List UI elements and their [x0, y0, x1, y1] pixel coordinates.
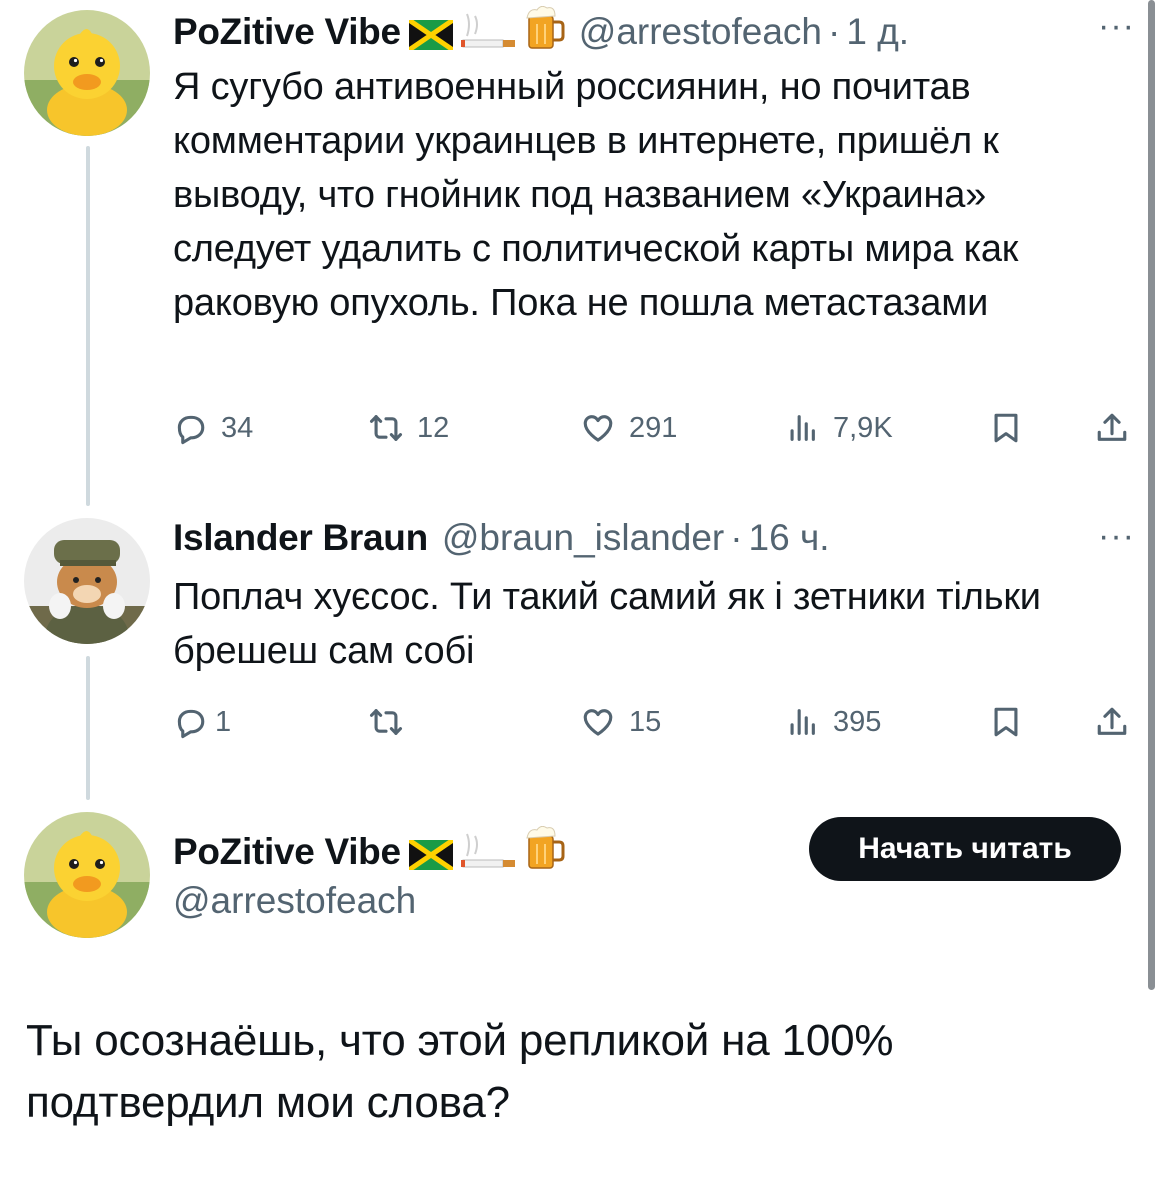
timestamp[interactable]: 16 ч.	[749, 517, 830, 558]
focused-tweet-text: Ты осознаёшь, что этой репликой на 100% …	[26, 1016, 894, 1127]
bookmark-icon	[989, 705, 1023, 739]
timestamp[interactable]: 1 д.	[846, 11, 909, 52]
tweet-1[interactable]: PoZitive Vibe @arrestofeach · 1 д. ··· Я су…	[0, 0, 1159, 510]
tweet-2[interactable]: Islander Braun @braun_islander · 16 ч. ··· …	[0, 510, 1159, 810]
tweet-header: Islander Braun @braun_islander · 16 ч.	[173, 516, 830, 560]
focused-avatar[interactable]	[24, 812, 150, 938]
bookmark-button[interactable]	[989, 700, 1023, 744]
like-count: 15	[629, 705, 662, 738]
reply-icon	[173, 705, 207, 739]
jamaica-flag-icon	[409, 20, 453, 50]
share-icon	[1095, 705, 1129, 739]
bookmark-button[interactable]	[989, 406, 1023, 450]
thread-line	[86, 656, 90, 800]
avatar[interactable]	[24, 518, 150, 644]
action-bar: 1 15 395	[173, 700, 1139, 744]
reply-count: 1	[215, 705, 232, 738]
views-button[interactable]: 395	[785, 700, 881, 744]
views-icon	[785, 705, 819, 739]
views-button[interactable]: 7,9K	[785, 406, 893, 450]
reply-button[interactable]: 34	[173, 406, 253, 450]
author-name[interactable]: PoZitive Vibe	[173, 831, 401, 872]
reply-icon	[173, 411, 207, 445]
beer-mug-icon	[525, 6, 565, 50]
author-handle[interactable]: @arrestofeach	[579, 11, 822, 52]
duck-avatar-image	[24, 10, 150, 136]
retweet-button[interactable]: 12	[369, 406, 449, 450]
heart-icon	[581, 411, 615, 445]
separator: ·	[828, 11, 841, 52]
retweet-icon	[369, 705, 403, 739]
focused-handle-row: @arrestofeach	[173, 879, 416, 923]
retweet-count: 12	[417, 411, 450, 444]
view-count: 7,9K	[833, 411, 893, 444]
tweet-text: Я сугубо антивоенный россиянин, но почит…	[173, 66, 1019, 324]
cigarette-icon	[461, 10, 517, 50]
cigarette-icon	[461, 830, 517, 870]
reply-button[interactable]: 1	[173, 700, 231, 744]
share-button[interactable]	[1095, 700, 1129, 744]
share-icon	[1095, 411, 1129, 445]
more-options-icon[interactable]: ···	[1098, 519, 1135, 553]
more-options-icon[interactable]: ···	[1098, 9, 1135, 43]
like-button[interactable]: 15	[581, 700, 661, 744]
separator: ·	[730, 517, 743, 558]
author-handle[interactable]: @arrestofeach	[173, 880, 416, 921]
action-bar: 34 12 291 7,9K	[173, 406, 1139, 450]
author-name[interactable]: PoZitive Vibe	[173, 11, 401, 52]
soldier-avatar-image	[24, 518, 150, 644]
share-button[interactable]	[1095, 406, 1129, 450]
tweet-header: PoZitive Vibe @arrestofeach · 1 д.	[173, 6, 909, 54]
bookmark-icon	[989, 411, 1023, 445]
author-name[interactable]: Islander Braun	[173, 517, 428, 558]
thread-line	[86, 146, 90, 506]
like-button[interactable]: 291	[581, 406, 677, 450]
retweet-button[interactable]	[369, 700, 417, 744]
retweet-icon	[369, 411, 403, 445]
duck-avatar-image	[24, 812, 150, 938]
author-handle[interactable]: @braun_islander	[442, 517, 724, 558]
views-icon	[785, 411, 819, 445]
heart-icon	[581, 705, 615, 739]
avatar[interactable]	[24, 10, 150, 136]
tweet-text: Поплач хуєсос. Ти такий самий як і зетни…	[173, 576, 1041, 672]
focused-author-name-row: PoZitive Vibe	[173, 826, 565, 874]
like-count: 291	[629, 411, 678, 444]
view-count: 395	[833, 705, 882, 738]
jamaica-flag-icon	[409, 840, 453, 870]
beer-mug-icon	[525, 826, 565, 870]
reply-count: 34	[221, 411, 254, 444]
follow-button[interactable]: Начать читать	[809, 817, 1121, 881]
